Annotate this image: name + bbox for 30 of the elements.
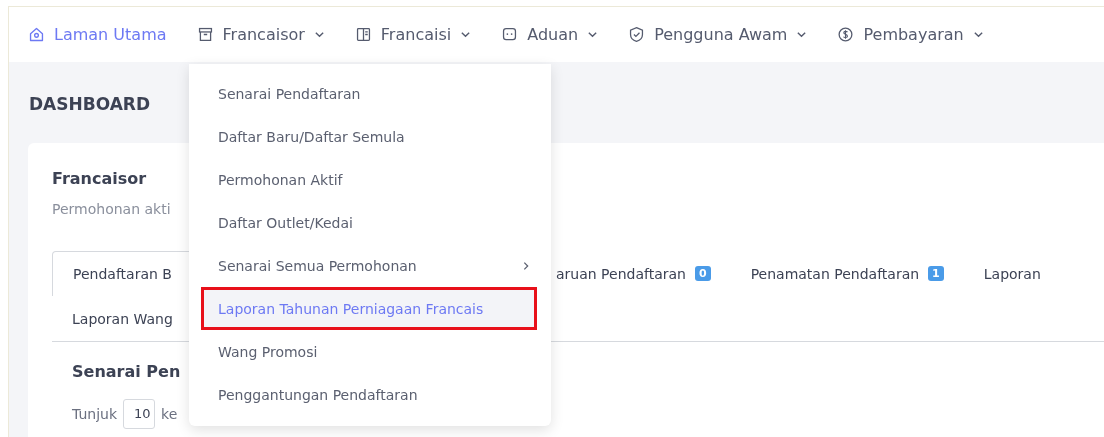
count-badge: 0 [694,266,711,281]
dropdown-menu-item[interactable]: Permohonan Aktif [189,158,551,201]
card-title: Francaisor [52,169,147,188]
card-subtitle: Permohonan akti [52,201,171,217]
dollar-coin-icon [837,26,855,43]
dropdown-menu-item[interactable]: Penggantungan Pendaftaran [189,373,551,416]
book-icon [354,26,372,43]
show-label: Tunjuk [72,406,118,422]
home-icon [28,26,45,43]
dropdown-menu-item[interactable]: Senarai Pendaftaran [189,72,551,115]
nav-menu-item[interactable]: Aduan [501,25,599,44]
nav-menu-item[interactable]: Francaisor [196,25,325,44]
dropdown-menu-item[interactable]: Daftar Outlet/Kedai [189,201,551,244]
nav-menu-item[interactable]: Pembayaran [837,25,984,44]
dropdown-menu-item[interactable]: Laporan Tahunan Perniagaan Francais [201,287,537,330]
nav-menu-item[interactable]: Laman Utama [28,25,167,44]
chevron-right-icon [521,260,531,271]
shield-check-icon [628,26,646,43]
archive-box-icon [196,26,214,43]
show-suffix-label: ke [161,406,178,422]
nav-menu-item[interactable]: Pengguna Awam [628,25,808,44]
nav-menu-item[interactable]: Francaisi [354,25,472,44]
section-title: Senarai Pen [72,362,181,381]
page-title: DASHBOARD [29,94,152,114]
entries-select-field[interactable]: 10 [123,399,156,429]
tab[interactable]: Laporan [963,251,1061,296]
dropdown-menu-item[interactable]: Daftar Baru/Daftar Semula [189,115,551,158]
count-badge: 1 [928,266,944,281]
chat-bubble-icon [501,26,519,43]
tab[interactable]: Penamatan Pendaftaran 1 [730,251,964,296]
